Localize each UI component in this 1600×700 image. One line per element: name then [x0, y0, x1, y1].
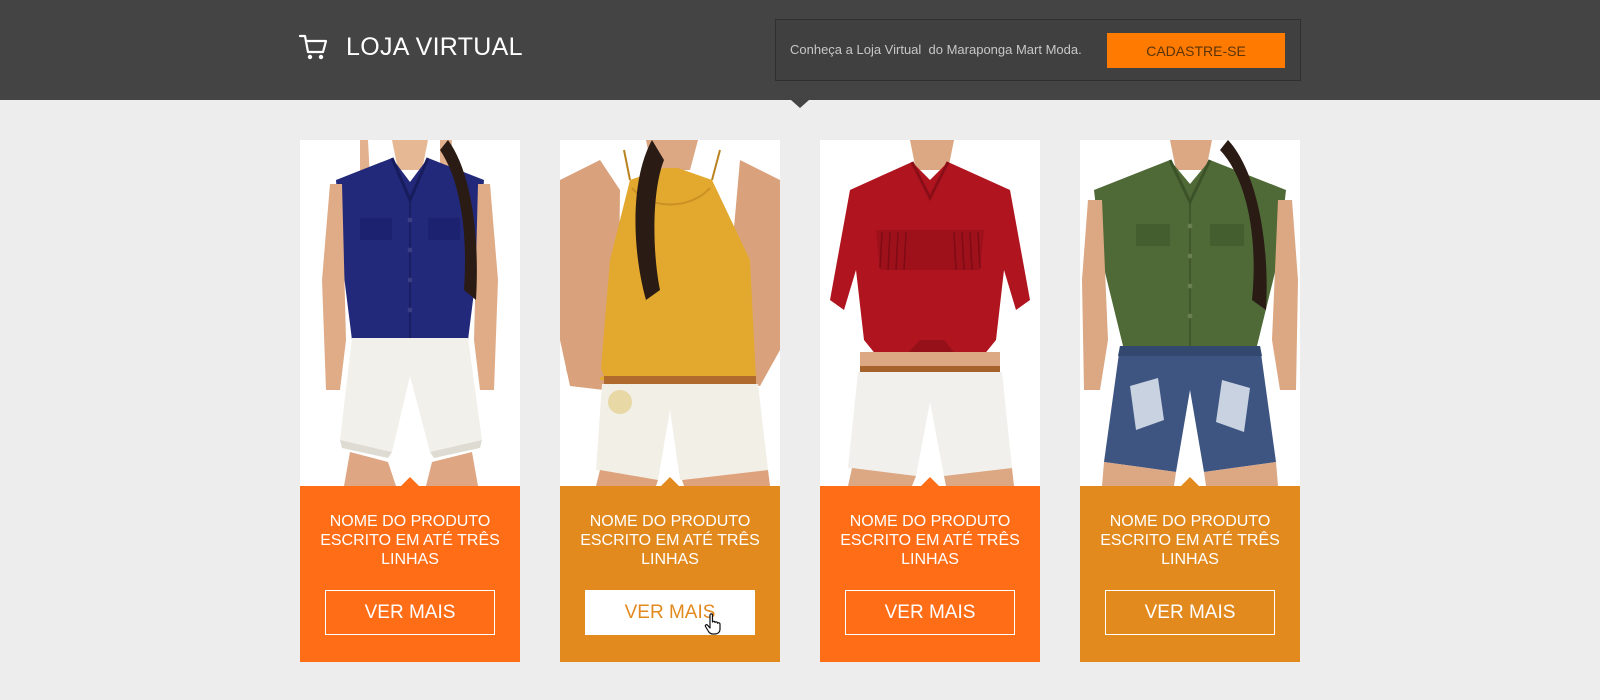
top-bar: LOJA VIRTUAL Conheça a Loja Virtual do M… [0, 0, 1600, 100]
product-photo[interactable] [560, 140, 780, 486]
product-photo[interactable] [820, 140, 1040, 486]
see-more-button[interactable]: VER MAIS [585, 590, 755, 635]
panel-notch [401, 477, 419, 486]
product-card: NOME DO PRODUTO ESCRITO EM ATÉ TRÊS LINH… [820, 140, 1040, 662]
store-logo[interactable]: LOJA VIRTUAL [298, 32, 523, 62]
product-panel: NOME DO PRODUTO ESCRITO EM ATÉ TRÊS LINH… [820, 477, 1040, 662]
signup-button[interactable]: CADASTRE-SE [1107, 33, 1285, 68]
promo-box: Conheça a Loja Virtual do Maraponga Mart… [775, 19, 1301, 81]
panel-notch [661, 477, 679, 486]
product-card: NOME DO PRODUTO ESCRITO EM ATÉ TRÊS LINH… [1080, 140, 1300, 662]
panel-notch [921, 477, 939, 486]
logo-text: LOJA VIRTUAL [346, 32, 523, 61]
product-name: NOME DO PRODUTO ESCRITO EM ATÉ TRÊS LINH… [320, 513, 500, 568]
product-card: NOME DO PRODUTO ESCRITO EM ATÉ TRÊS LINH… [560, 140, 780, 662]
product-photo[interactable] [300, 140, 520, 486]
see-more-button[interactable]: VER MAIS [325, 590, 495, 635]
hand-cursor-icon [704, 613, 721, 635]
promo-pointer [791, 100, 809, 108]
product-card: NOME DO PRODUTO ESCRITO EM ATÉ TRÊS LINH… [300, 140, 520, 662]
product-panel: NOME DO PRODUTO ESCRITO EM ATÉ TRÊS LINH… [560, 477, 780, 662]
see-more-button[interactable]: VER MAIS [1105, 590, 1275, 635]
promo-text: Conheça a Loja Virtual do Maraponga Mart… [790, 42, 1082, 57]
panel-notch [1181, 477, 1199, 486]
shopping-cart-icon [298, 34, 328, 60]
product-photo[interactable] [1080, 140, 1300, 486]
see-more-label: VER MAIS [624, 601, 716, 623]
product-name: NOME DO PRODUTO ESCRITO EM ATÉ TRÊS LINH… [580, 513, 760, 568]
product-panel: NOME DO PRODUTO ESCRITO EM ATÉ TRÊS LINH… [300, 477, 520, 662]
product-name: NOME DO PRODUTO ESCRITO EM ATÉ TRÊS LINH… [1100, 513, 1280, 568]
see-more-button[interactable]: VER MAIS [845, 590, 1015, 635]
product-name: NOME DO PRODUTO ESCRITO EM ATÉ TRÊS LINH… [840, 513, 1020, 568]
product-panel: NOME DO PRODUTO ESCRITO EM ATÉ TRÊS LINH… [1080, 477, 1300, 662]
